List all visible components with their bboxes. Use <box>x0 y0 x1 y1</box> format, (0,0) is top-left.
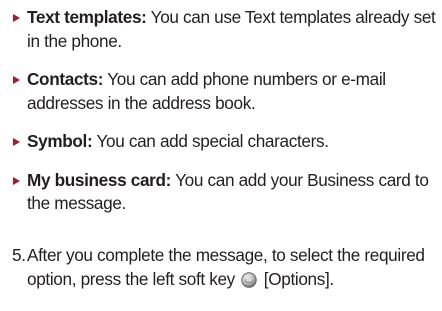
step-5: 5. After you complete the message, to se… <box>12 244 436 291</box>
bullet-arrow-icon <box>13 76 20 84</box>
step-number: 5. <box>12 245 26 265</box>
option-symbol: Symbol: You can add special characters. <box>12 130 436 154</box>
option-term: Text templates: <box>27 7 147 27</box>
option-term: Symbol: <box>27 131 93 151</box>
option-text-templates: Text templates: You can use Text templat… <box>12 6 436 53</box>
option-term: Contacts: <box>27 69 104 89</box>
option-term: My business card: <box>27 169 172 190</box>
left-soft-key-icon <box>241 271 258 288</box>
option-my-business-card: My business card: You can add your Busin… <box>12 169 436 216</box>
step-text-after-icon: [Options]. <box>259 268 334 289</box>
bullet-arrow-icon <box>13 138 20 146</box>
manual-page: Text templates: You can use Text templat… <box>0 0 442 311</box>
bullet-arrow-icon <box>13 176 20 185</box>
step-text: After you complete the message, to selec… <box>27 244 436 291</box>
message-options-list: Text templates: You can use Text templat… <box>12 6 436 216</box>
option-contacts: Contacts: You can add phone numbers or e… <box>12 68 436 115</box>
bullet-arrow-icon <box>13 14 20 22</box>
step-text-before-icon: After you complete the message, to selec… <box>27 245 425 289</box>
option-description: You can add special characters. <box>92 131 329 151</box>
